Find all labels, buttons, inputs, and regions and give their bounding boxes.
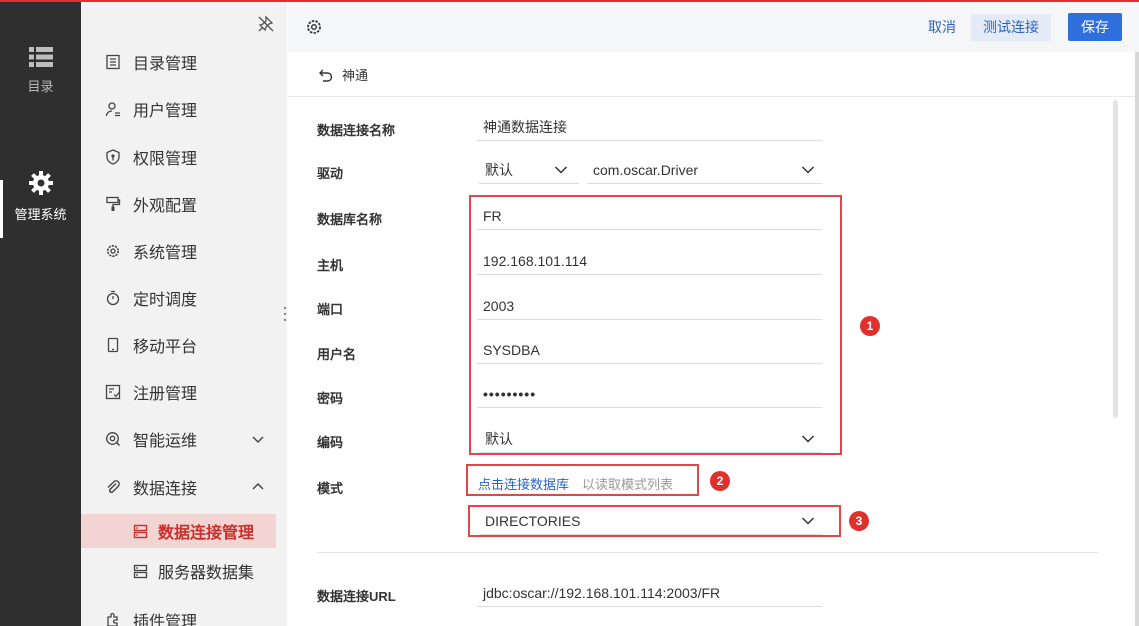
menu-label: 系统管理 — [133, 245, 198, 262]
menu-label: 移动平台 — [133, 339, 198, 356]
annotation-box-1 — [469, 195, 842, 455]
driver-mode-value: 默认 — [485, 162, 513, 178]
username-label: 用户名 — [317, 347, 357, 362]
rail-label-catalog: 目录 — [27, 79, 54, 94]
menu-item-permissions[interactable]: 权限管理 — [81, 137, 287, 177]
rail-label-admin: 管理系统 — [14, 207, 67, 222]
register-icon — [105, 384, 121, 400]
save-button[interactable]: 保存 — [1068, 13, 1122, 41]
database-icon — [133, 524, 148, 538]
divider — [288, 96, 1139, 97]
menu-item-register[interactable]: 注册管理 — [81, 372, 287, 412]
window-edge — [1135, 52, 1139, 626]
editor-toolbar: 取消 测试连接 保存 — [288, 2, 1139, 52]
catalog-icon — [106, 54, 120, 70]
back-label: 神通 — [342, 68, 369, 83]
cancel-button[interactable]: 取消 — [920, 14, 964, 41]
plugin-icon — [107, 612, 118, 626]
menu-item-system[interactable]: 系统管理 — [81, 231, 287, 271]
gear-icon — [107, 245, 119, 257]
menu-item-users[interactable]: 用户管理 — [81, 89, 287, 129]
annotation-box-3 — [468, 505, 841, 537]
menu-label: 目录管理 — [133, 56, 198, 73]
menu-label: 权限管理 — [133, 151, 198, 168]
connection-url-input[interactable]: jdbc:oscar://192.168.101.114:2003/FR — [477, 579, 822, 607]
menu-item-plugins[interactable]: 插件管理 — [81, 600, 287, 626]
stopwatch-icon — [106, 290, 120, 306]
list-icon — [28, 47, 53, 67]
submenu-label: 数据连接管理 — [158, 525, 255, 542]
mobile-icon — [107, 337, 119, 353]
encoding-label: 编码 — [317, 435, 344, 450]
menu-label: 插件管理 — [133, 614, 198, 626]
menu-item-ops[interactable]: 智能运维 — [81, 419, 287, 459]
annotation-badge-1: 1 — [860, 316, 880, 336]
connection-name-label: 数据连接名称 — [317, 123, 396, 138]
rail-item-catalog[interactable]: 目录 — [0, 46, 81, 95]
menu-item-data-connection[interactable]: 数据连接 — [81, 467, 287, 507]
menu-label: 外观配置 — [133, 198, 198, 215]
driver-label: 驱动 — [317, 166, 344, 181]
database-name-label: 数据库名称 — [317, 212, 383, 227]
menu-label: 数据连接 — [133, 481, 198, 498]
chevron-down-icon — [252, 436, 264, 444]
driver-class-value: com.oscar.Driver — [593, 162, 699, 178]
connection-editor: 取消 测试连接 保存 神通 数据连接名称 神通数据连接 驱动 默认 com.os… — [288, 2, 1139, 626]
connection-name-input[interactable]: 神通数据连接 — [477, 113, 822, 141]
paperclip-icon — [107, 480, 120, 493]
paint-roller-icon — [106, 196, 121, 211]
rail-item-admin[interactable]: 管理系统 — [0, 170, 81, 223]
schema-label: 模式 — [317, 481, 344, 496]
scrollbar-thumb[interactable] — [1113, 100, 1118, 418]
menu-item-mobile[interactable]: 移动平台 — [81, 325, 287, 365]
menu-item-schedule[interactable]: 定时调度 — [81, 278, 287, 318]
password-label: 密码 — [317, 391, 344, 406]
settings-gear-icon[interactable] — [305, 18, 323, 36]
menu-item-catalog[interactable]: 目录管理 — [81, 42, 287, 82]
menu-label: 用户管理 — [133, 103, 198, 120]
annotation-badge-2: 2 — [710, 471, 730, 491]
user-icon — [105, 102, 120, 117]
port-label: 端口 — [317, 302, 344, 317]
back-arrow-icon — [319, 69, 333, 82]
back-link[interactable]: 神通 — [318, 65, 368, 84]
unpin-icon[interactable] — [257, 15, 275, 33]
connection-url-label: 数据连接URL — [317, 589, 396, 604]
submenu-item-server-dataset[interactable]: 服务器数据集 — [81, 554, 276, 588]
divider — [317, 552, 1098, 553]
submenu-item-data-connection-manage[interactable]: 数据连接管理 — [81, 514, 276, 548]
submenu-label: 服务器数据集 — [158, 565, 255, 582]
menu-label: 注册管理 — [133, 386, 198, 403]
driver-class-select[interactable]: com.oscar.Driver — [587, 156, 822, 184]
admin-menu: 目录管理 用户管理 权限管理 外观配置 系统管理 定时调度 移动平台 注册管理 … — [81, 2, 287, 626]
app-rail: 目录 管理系统 — [0, 2, 81, 626]
annotation-box-2 — [466, 464, 699, 496]
menu-label: 智能运维 — [133, 433, 198, 450]
chevron-up-icon — [252, 482, 264, 490]
gear-icon — [28, 171, 53, 195]
shield-icon — [106, 149, 120, 165]
server-dataset-icon — [133, 564, 148, 578]
menu-item-appearance[interactable]: 外观配置 — [81, 184, 287, 224]
annotation-badge-3: 3 — [849, 511, 869, 531]
driver-mode-select[interactable]: 默认 — [479, 156, 579, 184]
host-label: 主机 — [317, 258, 344, 273]
chevron-down-icon — [554, 166, 568, 174]
menu-label: 定时调度 — [133, 292, 198, 309]
test-connection-button[interactable]: 测试连接 — [971, 14, 1051, 41]
chevron-down-icon — [801, 166, 815, 174]
ops-icon — [106, 432, 121, 447]
